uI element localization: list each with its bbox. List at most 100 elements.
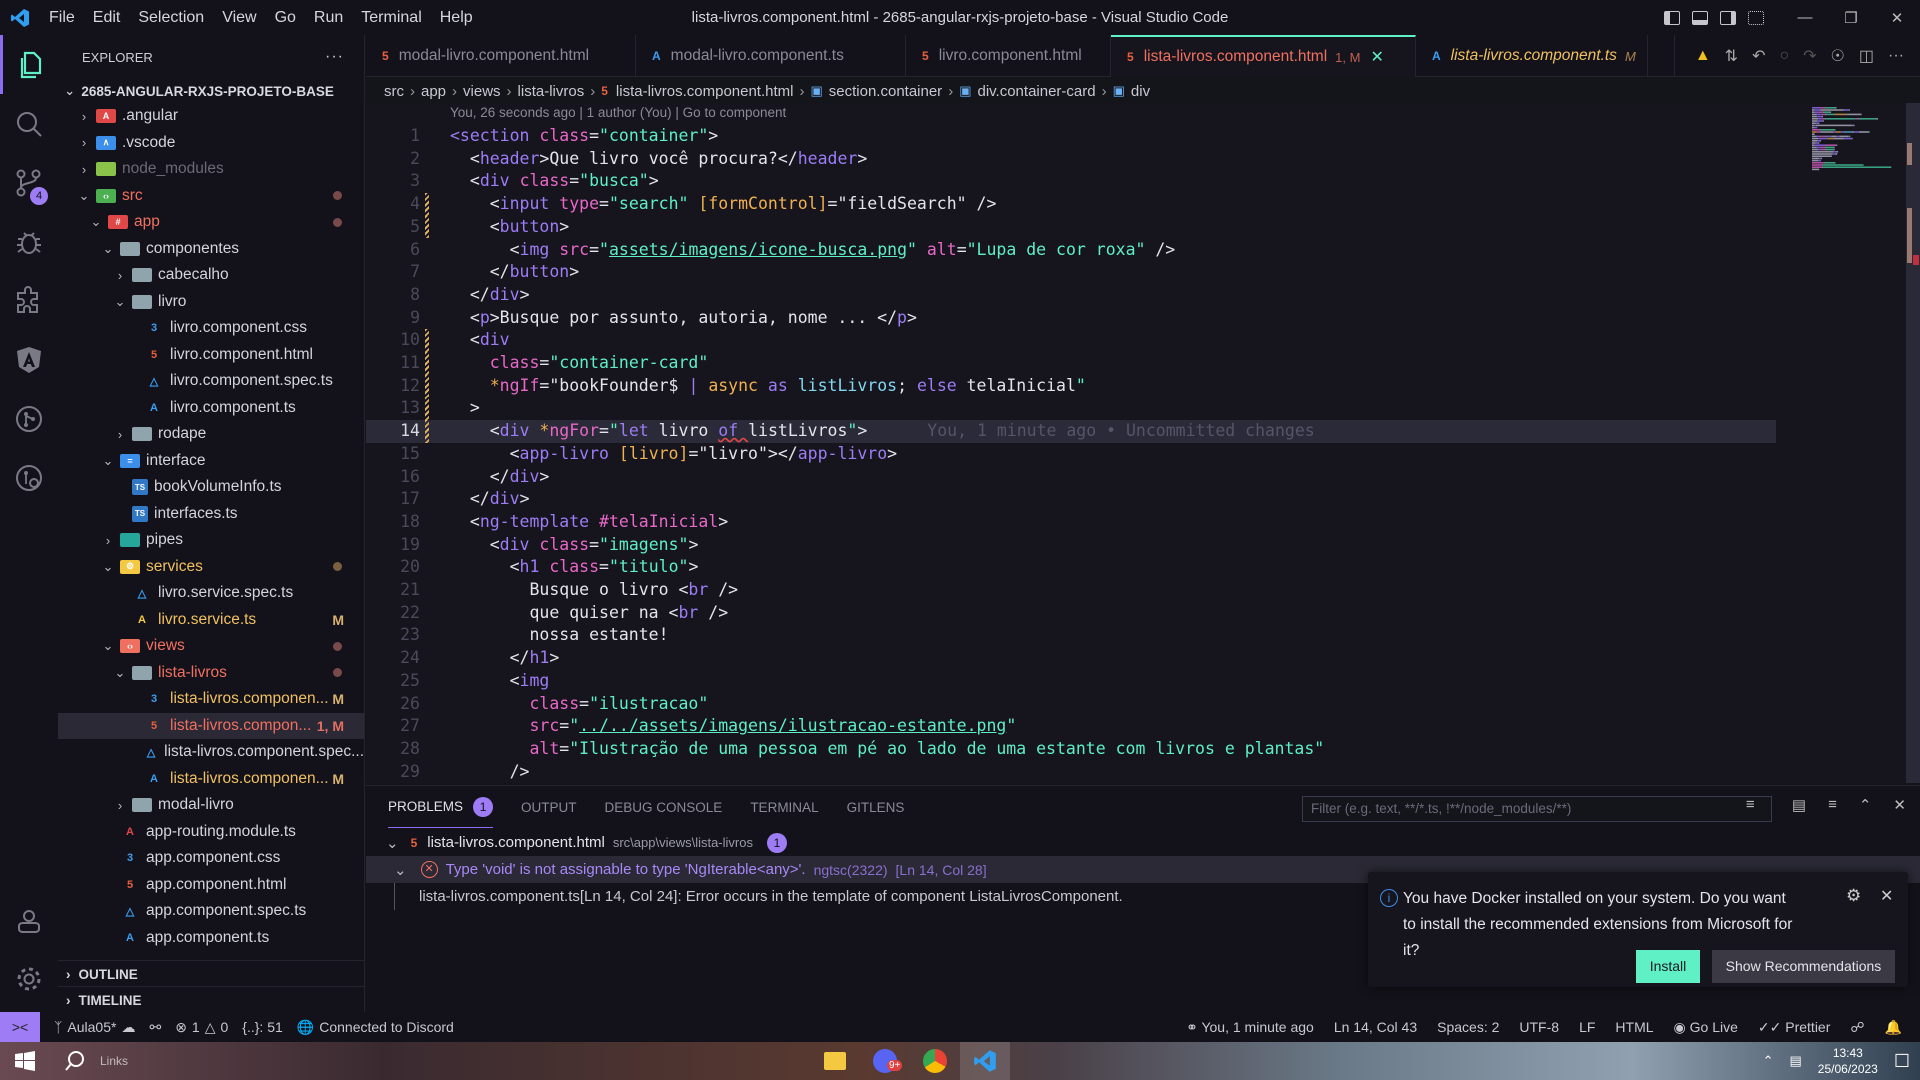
code-line[interactable]: 7 </button> [366,261,1776,284]
customize-layout-icon[interactable] [1748,10,1764,25]
activity-manage[interactable] [0,949,58,1008]
vscode-app[interactable] [960,1042,1010,1080]
codelens[interactable]: You, 26 seconds ago | 1 author (You) | G… [450,105,786,120]
tree-file[interactable]: △ app.component.spec.ts [58,898,364,925]
notification-close-icon[interactable]: ✕ [1880,886,1893,906]
editor-tab[interactable]: 5 lista-livros.component.html 1, M ✕ [1111,35,1416,77]
braces-indicator[interactable]: {..}: 51 [242,1019,282,1035]
more-editor-actions-icon[interactable]: ··· [1888,47,1904,65]
git-graph-indicator[interactable]: ⚯ [149,1019,161,1036]
network-icon[interactable]: ▤ [1790,1053,1802,1069]
breadcrumb-item[interactable]: div [1131,83,1150,100]
tree-file[interactable]: Alista-livros.componen... M [58,766,364,793]
prettier-indicator[interactable]: ✓✓ Prettier [1758,1019,1830,1036]
next-revision-icon[interactable]: ↷ [1803,46,1816,66]
timeline-icon[interactable]: ○ [1779,47,1789,65]
go-live-button[interactable]: ◉ Go Live [1674,1019,1738,1036]
cursor-position[interactable]: Ln 14, Col 43 [1334,1019,1417,1035]
code-line[interactable]: 29 /> [366,761,1776,783]
code-line[interactable]: 23 nossa estante! [366,624,1776,647]
editor-scrollbar[interactable] [1906,103,1920,783]
menu-selection[interactable]: Selection [129,0,213,35]
tree-folder[interactable]: › ∧ .vscode [58,130,364,157]
taskbar-search-text[interactable]: Links [100,1054,128,1068]
tree-file[interactable]: △ lista-livros.component.spec... [58,739,364,766]
close-window-button[interactable]: ✕ [1874,9,1920,27]
code-line[interactable]: 17 </div> [366,488,1776,511]
tree-file[interactable]: Alivro.service.ts M [58,607,364,634]
tree-file[interactable]: 5 livro.component.html [58,342,364,369]
code-line[interactable]: 19 <div class="imagens"> [366,534,1776,557]
problems-indicator[interactable]: ⊗ 1 △ 0 [175,1019,228,1036]
breadcrumb-item[interactable]: app [421,83,446,100]
view-as-table-icon[interactable]: ≡ [1828,796,1837,814]
action-center-icon[interactable]: ☐ [1894,1051,1910,1072]
tree-folder[interactable]: ⌄ lista-livros [58,660,364,687]
breadcrumb-item[interactable]: div.container-card [977,83,1095,100]
toggle-panel-icon[interactable] [1692,10,1708,25]
tree-file[interactable]: 5 app.component.html [58,872,364,899]
code-line[interactable]: 14 <div *ngFor="let livro of listLivros"… [366,420,1776,443]
end-of-line[interactable]: LF [1579,1019,1595,1035]
open-changes-icon[interactable]: ⇅ [1725,46,1738,66]
breadcrumb-item[interactable]: views [463,83,501,100]
editor-tab[interactable]: Alista-livros.component.ts M [1416,35,1648,77]
menu-file[interactable]: File [40,0,84,35]
indentation[interactable]: Spaces: 2 [1437,1019,1499,1035]
activity-run-debug[interactable] [0,212,58,271]
tree-file[interactable]: TS bookVolumeInfo.ts [58,474,364,501]
discord-indicator[interactable]: 🌐 Connected to Discord [297,1019,454,1036]
tree-folder[interactable]: ⌄ componentes [58,236,364,263]
activity-angular[interactable] [0,330,58,389]
activity-gitlens-inspect[interactable] [0,448,58,507]
code-line[interactable]: 13 > [366,397,1776,421]
tree-folder[interactable]: › A .angular [58,103,364,130]
tree-file[interactable]: Aapp.component.ts [58,925,364,952]
editor-tab[interactable]: 5 modal-livro.component.html [366,35,636,77]
angular-language-icon[interactable]: ▲ [1695,47,1711,65]
discord-app[interactable]: 9+ [860,1042,910,1080]
tree-folder[interactable]: ⌄ ‹› views [58,633,364,660]
close-panel-icon[interactable]: ✕ [1893,796,1906,814]
panel-tab-debug-console[interactable]: DEBUG CONSOLE [605,786,723,828]
panel-tab-problems[interactable]: PROBLEMS 1 [388,786,494,828]
problems-filter-input[interactable]: Filter (e.g. text, **/*.ts, !**/node_mod… [1302,796,1772,822]
tree-file[interactable]: 3 lista-livros.componen... M [58,686,364,713]
close-tab-icon[interactable]: ✕ [1370,47,1383,67]
tree-folder[interactable]: ⌄ ‹› src [58,183,364,210]
encoding[interactable]: UTF-8 [1519,1019,1559,1035]
code-line[interactable]: 6 <img src="assets/imagens/icone-busca.p… [366,239,1776,262]
code-line[interactable]: 25 <img [366,670,1776,693]
problem-file-row[interactable]: ⌄ 5 lista-livros.component.html src\app\… [366,829,1920,856]
code-line[interactable]: 28 alt="Ilustração de uma pessoa em pé a… [366,738,1776,761]
activity-gitlens[interactable] [0,389,58,448]
clock[interactable]: 13:43 25/06/2023 [1818,1045,1878,1077]
breadcrumb-item[interactable]: section.container [829,83,942,100]
panel-tab-output[interactable]: OUTPUT [521,786,577,828]
gitlens-inspect-icon[interactable]: ☉ [1831,46,1845,66]
tree-file[interactable]: 5 lista-livros.compon... 1, M [58,712,364,739]
tree-folder[interactable]: ⌄ ⚙ services [58,554,364,581]
code-line[interactable]: 20 <h1 class="titulo"> [366,556,1776,579]
menu-edit[interactable]: Edit [84,0,130,35]
menu-terminal[interactable]: Terminal [352,0,430,35]
editor-tab[interactable]: 5 livro.component.html [906,35,1111,77]
toggle-primary-sidebar-icon[interactable] [1664,10,1680,25]
tree-file[interactable]: TS interfaces.ts [58,501,364,528]
code-line[interactable]: 22 que quiser na <br /> [366,602,1776,625]
activity-search[interactable] [0,94,58,153]
activity-accounts[interactable] [0,891,58,950]
search-taskbar-button[interactable] [50,1042,100,1080]
timeline-section[interactable]: › TIMELINE [58,986,365,1013]
breadcrumb-item[interactable]: lista-livros [518,83,585,100]
code-line[interactable]: 27 src="../../assets/imagens/ilustracao-… [366,715,1776,738]
more-actions-button[interactable]: ··· [325,48,344,66]
toggle-secondary-sidebar-icon[interactable] [1720,10,1736,25]
notification-settings-icon[interactable]: ⚙ [1846,886,1861,906]
activity-explorer[interactable] [0,35,58,94]
tree-folder[interactable]: › pipes [58,527,364,554]
start-button[interactable] [0,1042,50,1080]
editor-tab[interactable]: Amodal-livro.component.ts [636,35,906,77]
code-editor[interactable]: You, 26 seconds ago | 1 author (You) | G… [366,103,1920,783]
maximize-panel-icon[interactable]: ⌃ [1859,796,1872,814]
